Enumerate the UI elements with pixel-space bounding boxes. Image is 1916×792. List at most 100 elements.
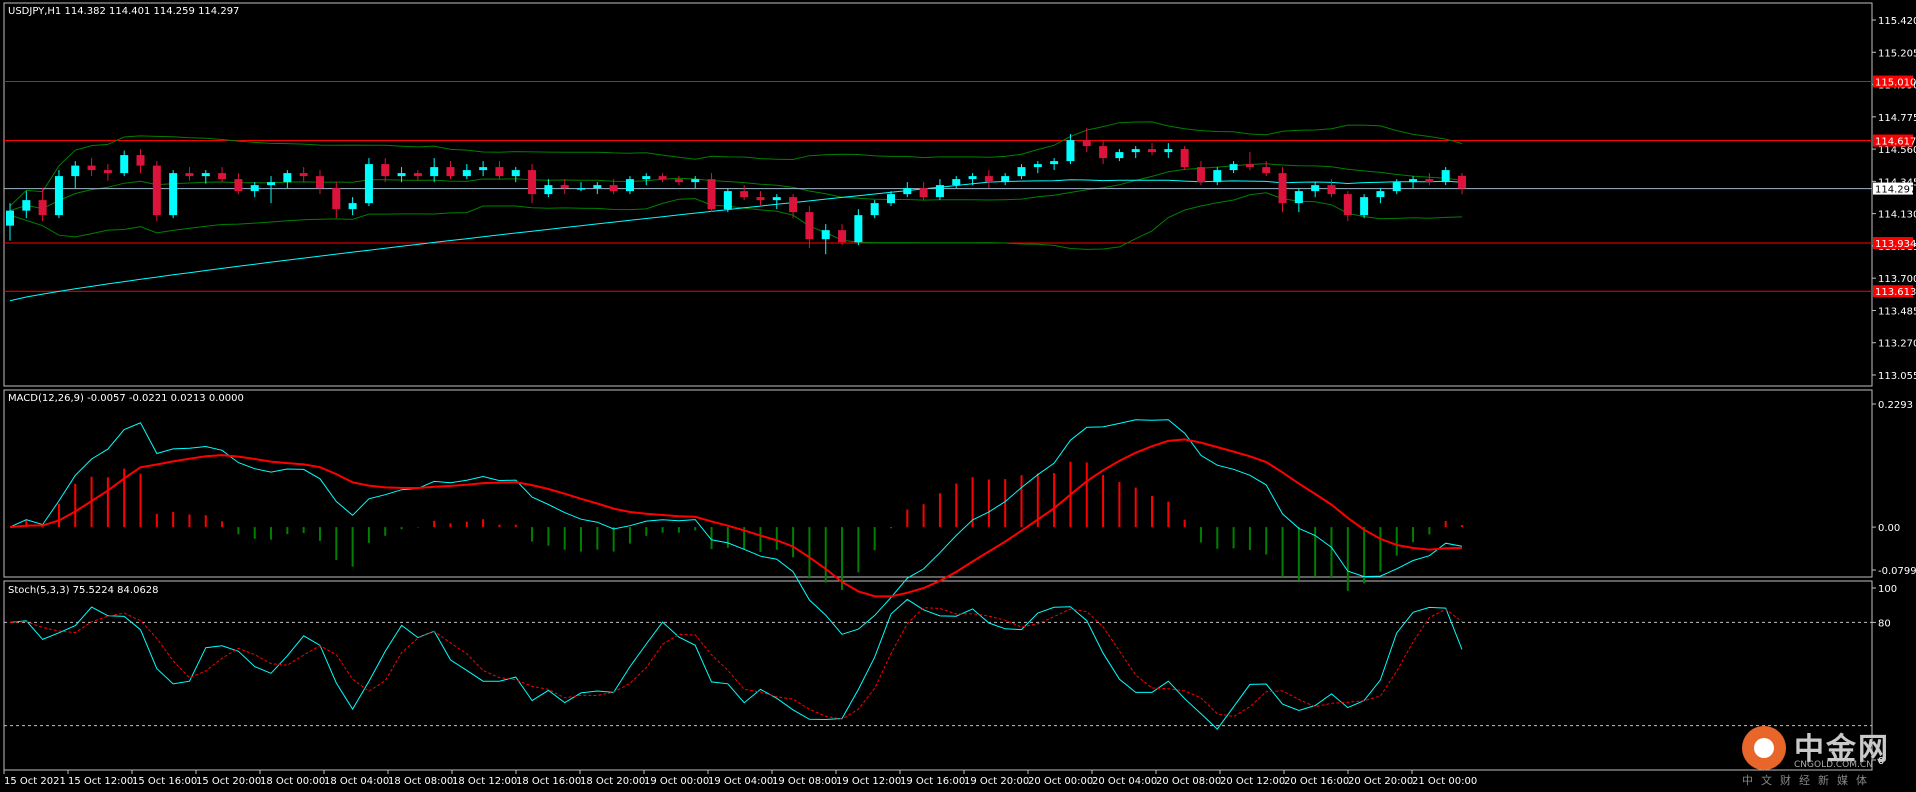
candle-body: [495, 167, 504, 177]
macd-tick-label: 0.00: [1878, 523, 1900, 534]
candle-body: [397, 173, 406, 177]
time-tick-label: 19 Oct 04:00: [708, 776, 773, 787]
candle-body: [838, 230, 847, 243]
price-tick-label: 114.130: [1878, 210, 1916, 221]
time-tick-label: 18 Oct 16:00: [516, 776, 581, 787]
candle-body: [1425, 179, 1434, 183]
watermark-sub: 中文财经新媒体: [1742, 774, 1875, 787]
candle-body: [1131, 149, 1140, 153]
candle-body: [446, 167, 455, 177]
candle-body: [1311, 185, 1320, 192]
stoch-header: Stoch(5,3,3) 75.5224 84.0628: [8, 585, 159, 596]
time-tick-label: 19 Oct 20:00: [964, 776, 1029, 787]
candle-body: [903, 188, 912, 195]
time-tick-label: 20 Oct 16:00: [1284, 776, 1349, 787]
stoch-panel: [3, 580, 1873, 771]
candle-body: [413, 173, 422, 177]
price-series: [4, 81, 1872, 302]
candle-body: [430, 167, 439, 177]
time-tick-label: 18 Oct 04:00: [324, 776, 389, 787]
price-tick-label: 115.420: [1878, 16, 1916, 27]
candle-body: [707, 179, 716, 210]
candle-body: [1148, 149, 1157, 153]
lower-band-line: [9, 192, 1463, 250]
candle-body: [185, 173, 194, 177]
macd-tick-label: 0.2293: [1878, 400, 1913, 411]
level-tag-label: 115.010: [1875, 78, 1916, 89]
time-tick-label: 20 Oct 00:00: [1028, 776, 1093, 787]
stoch-signal-line: [9, 607, 1463, 720]
candle-body: [1458, 175, 1466, 189]
price-tick-label: 113.700: [1878, 274, 1916, 285]
candle-body: [577, 188, 586, 190]
time-tick-label: 18 Oct 08:00: [388, 776, 453, 787]
candle-body: [462, 170, 471, 177]
macd-series: [9, 419, 1463, 635]
candle-body: [805, 212, 814, 240]
time-tick-label: 18 Oct 12:00: [452, 776, 517, 787]
candle-body: [364, 164, 373, 204]
time-tick-label: 18 Oct 00:00: [260, 776, 325, 787]
candle-body: [593, 185, 602, 189]
candle-body: [1376, 191, 1385, 198]
price-tick-label: 113.270: [1878, 339, 1916, 350]
candle-body: [381, 164, 390, 177]
candle-body: [984, 176, 993, 183]
time-tick-label: 15 Oct 16:00: [132, 776, 197, 787]
watermark: 中金网 CNGOLD.COM.CN 中文财经新媒体: [1742, 720, 1902, 787]
macd-header: MACD(12,26,9) -0.0057 -0.0221 0.0213 0.0…: [8, 393, 244, 404]
candle-body: [6, 210, 14, 226]
time-tick-label: 20 Oct 08:00: [1156, 776, 1221, 787]
axis-labels: 115.420115.205114.990114.775114.560114.3…: [3, 16, 1916, 787]
stoch-tick-label: 100: [1878, 584, 1897, 595]
candle-body: [1278, 173, 1287, 204]
time-tick-label: 19 Oct 12:00: [836, 776, 901, 787]
candle-body: [1245, 164, 1254, 168]
time-tick-label: 15 Oct 2021: [4, 776, 66, 787]
candle-body: [1392, 182, 1401, 192]
time-tick-label: 20 Oct 12:00: [1220, 776, 1285, 787]
candle-body: [136, 155, 145, 166]
stoch-series: [4, 598, 1872, 730]
time-tick-label: 21 Oct 00:00: [1412, 776, 1477, 787]
candle-body: [723, 191, 732, 210]
candle-body: [120, 155, 129, 174]
candle-body: [71, 165, 80, 177]
candle-body: [103, 170, 112, 174]
time-tick-label: 15 Oct 12:00: [68, 776, 133, 787]
price-tick-label: 113.485: [1878, 306, 1916, 317]
candle-body: [1343, 194, 1352, 216]
price-header: USDJPY,H1 114.382 114.401 114.259 114.29…: [8, 6, 239, 17]
candle-body: [1164, 149, 1173, 153]
time-tick-label: 19 Oct 08:00: [772, 776, 837, 787]
candle-body: [674, 179, 683, 183]
candle-body: [1082, 140, 1091, 147]
time-tick-label: 19 Oct 00:00: [644, 776, 709, 787]
time-tick-label: 15 Oct 20:00: [196, 776, 261, 787]
candle-body: [1213, 170, 1222, 183]
candle-body: [609, 185, 618, 192]
candle-body: [1099, 146, 1108, 159]
candle-body: [299, 173, 308, 177]
candle-body: [1001, 176, 1010, 183]
chart-canvas: 115.420115.205114.990114.775114.560114.3…: [3, 2, 1916, 787]
time-tick-label: 20 Oct 04:00: [1092, 776, 1157, 787]
candle-body: [968, 176, 977, 180]
candle-body: [1229, 164, 1238, 171]
candle-body: [642, 176, 651, 180]
candle-body: [528, 170, 537, 195]
upper-band-line: [9, 121, 1463, 207]
level-tag-label: 113.613: [1875, 287, 1916, 298]
candle-body: [1360, 197, 1369, 216]
candle-body: [511, 170, 520, 177]
candle-body: [1327, 185, 1336, 195]
candle-body: [38, 200, 47, 216]
candle-body: [1017, 167, 1026, 177]
candle-body: [919, 188, 928, 198]
candle-body: [348, 203, 357, 210]
candle-body: [54, 176, 63, 216]
time-tick-label: 18 Oct 20:00: [580, 776, 645, 787]
macd-signal-line: [9, 438, 1463, 598]
candle-body: [332, 188, 341, 210]
level-tag-label: 114.617: [1875, 137, 1916, 148]
